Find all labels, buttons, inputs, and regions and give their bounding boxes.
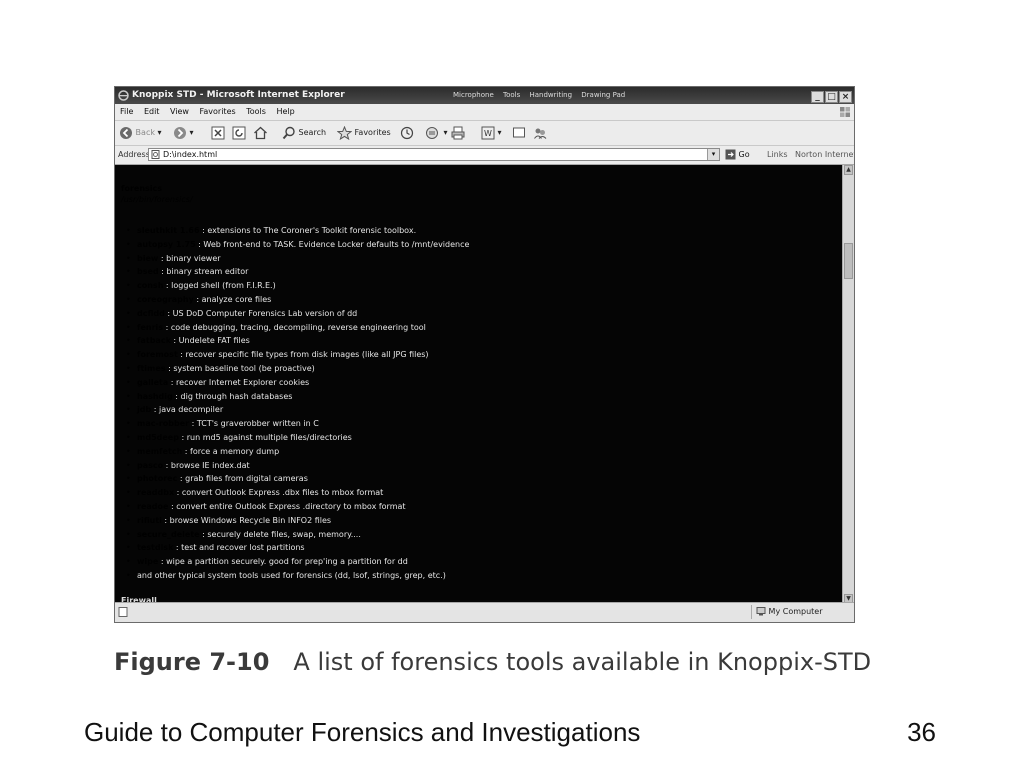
list-item: galleta : recover Internet Explorer cook… [126, 376, 837, 390]
messenger-button[interactable] [533, 125, 547, 141]
vertical-scrollbar[interactable]: ▲ ▼ [842, 165, 854, 604]
status-bar: My Computer [115, 602, 854, 622]
list-item: fenris : code debugging, tracing, decomp… [126, 321, 837, 335]
list-item: jdb : java decompiler [126, 403, 837, 417]
forward-button[interactable]: ▾ [173, 125, 194, 141]
forward-arrow-icon [174, 126, 186, 139]
history-icon [400, 126, 414, 139]
list-item: consh : logged shell (from F.I.R.E.) [126, 279, 837, 293]
go-arrow-icon [725, 149, 736, 160]
handwriting-button[interactable]: Handwriting [529, 91, 572, 99]
page-number: 36 [907, 717, 936, 747]
print-button[interactable] [451, 125, 465, 141]
edit-button[interactable]: W ▾ [481, 125, 502, 141]
scroll-thumb[interactable] [844, 243, 853, 279]
address-label: Address [118, 150, 150, 159]
menu-favorites[interactable]: Favorites [200, 104, 236, 120]
scroll-up-icon[interactable]: ▲ [844, 165, 853, 175]
maximize-icon[interactable]: □ [825, 91, 838, 103]
stop-icon [211, 126, 225, 139]
windows-logo-icon [840, 107, 850, 117]
computer-icon [756, 607, 766, 616]
refresh-button[interactable] [232, 125, 246, 141]
internet-explorer-icon [118, 90, 129, 101]
messenger-icon [534, 128, 547, 139]
menu-edit[interactable]: Edit [144, 104, 160, 120]
tools-list: sleuthkit 1.66 : extensions to The Coron… [123, 224, 837, 583]
drawing-pad-button[interactable]: Drawing Pad [581, 91, 625, 99]
norton-toolbar-button[interactable]: Norton Internet Security ▾ [795, 146, 854, 164]
favorites-button[interactable]: Favorites [336, 125, 391, 141]
back-button[interactable]: Back ▾ [119, 125, 162, 141]
list-item: testdisk : test and recover lost partiti… [126, 541, 837, 555]
menu-help[interactable]: Help [276, 104, 294, 120]
figure-number: Figure 7-10 [114, 648, 270, 676]
search-button[interactable]: Search [282, 125, 326, 141]
go-button[interactable]: Go [725, 148, 750, 161]
menu-bar: File Edit View Favorites Tools Help [115, 104, 854, 121]
minimize-icon[interactable]: _ [811, 91, 824, 103]
list-item: foremost : recover specific file types f… [126, 348, 837, 362]
list-item: fatback : Undelete FAT files [126, 334, 837, 348]
list-item: secure_delete : securely delete files, s… [126, 528, 837, 542]
figure-text: A list of forensics tools available in K… [293, 648, 872, 676]
security-zone: My Computer [751, 605, 852, 619]
microphone-button[interactable]: Microphone [453, 91, 494, 99]
list-item: autopsy 1.75 : Web front-end to TASK. Ev… [126, 238, 837, 252]
list-item: biew : binary viewer [126, 252, 837, 266]
address-value: D:\index.html [163, 150, 218, 159]
title-bar: Knoppix STD - Microsoft Internet Explore… [115, 87, 854, 104]
page-icon [151, 150, 160, 159]
discuss-button[interactable] [512, 125, 526, 141]
address-bar: Address D:\index.html ▾ Go Links Norton … [115, 146, 854, 165]
svg-text:W: W [484, 129, 492, 138]
standard-toolbar: Back ▾ ▾ Search Favorites ▾ W ▾ [115, 121, 854, 146]
close-icon[interactable]: × [839, 91, 852, 103]
mail-icon [426, 126, 438, 139]
list-item: ftimes : system baseline tool (be proact… [126, 362, 837, 376]
browser-window: Knoppix STD - Microsoft Internet Explore… [114, 86, 855, 623]
page-heading: forensics [121, 184, 163, 193]
discuss-icon [513, 127, 525, 137]
footer-title: Guide to Computer Forensics and Investig… [84, 717, 641, 747]
address-dropdown-icon[interactable]: ▾ [707, 149, 719, 160]
menu-file[interactable]: File [120, 104, 133, 120]
list-item: wipe : wipe a partition securely. good f… [126, 555, 837, 569]
history-button[interactable] [400, 125, 414, 141]
word-document-icon: W [481, 126, 495, 139]
list-item: sleuthkit 1.66 : extensions to The Coron… [126, 224, 837, 238]
star-icon [336, 125, 353, 140]
page-path: /usr/bin/forensics/ [121, 195, 193, 204]
stop-button[interactable] [211, 125, 225, 141]
list-item: pasco : browse IE index.dat [126, 459, 837, 473]
home-button[interactable] [253, 125, 268, 141]
refresh-icon [232, 126, 246, 139]
list-item: readdbx : convert Outlook Express .dbx f… [126, 486, 837, 500]
links-button[interactable]: Links [767, 146, 788, 164]
figure-caption: Figure 7-10 A list of forensics tools ava… [114, 648, 871, 676]
list-item: photorec : grab files from digital camer… [126, 472, 837, 486]
tools-button[interactable]: Tools [503, 91, 520, 99]
search-icon [282, 126, 295, 139]
list-item: rifiuti : browse Windows Recycle Bin INF… [126, 514, 837, 528]
quick-launch-toolbar: Microphone Tools Handwriting Drawing Pad [453, 87, 632, 104]
list-item: mac-robber : TCT's graverobber written i… [126, 417, 837, 431]
list-item: coreography : analyze core files [126, 293, 837, 307]
list-item: readoe : convert entire Outlook Express … [126, 500, 837, 514]
list-item: hashdig : dig through hash databases [126, 390, 837, 404]
mail-button[interactable]: ▾ [425, 125, 448, 141]
window-title: Knoppix STD - Microsoft Internet Explore… [132, 90, 345, 100]
printer-icon [451, 126, 465, 139]
page-status-icon [118, 607, 128, 617]
list-item: and other typical system tools used for … [126, 569, 837, 583]
menu-view[interactable]: View [170, 104, 189, 120]
list-item: memfetch : force a memory dump [126, 445, 837, 459]
list-item: md5deep : run md5 against multiple files… [126, 431, 837, 445]
list-item: bsed : binary stream editor [126, 265, 837, 279]
back-arrow-icon [120, 126, 132, 139]
address-input[interactable]: D:\index.html ▾ [148, 148, 720, 161]
list-item: dcfldd : US DoD Computer Forensics Lab v… [126, 307, 837, 321]
home-icon [254, 126, 267, 139]
menu-tools[interactable]: Tools [246, 104, 266, 120]
